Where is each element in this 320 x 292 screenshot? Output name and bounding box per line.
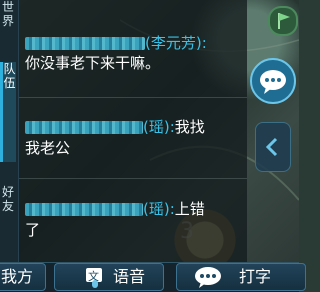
- type-button[interactable]: 打字: [176, 263, 306, 291]
- blurred-player-name: [25, 37, 145, 50]
- sender-name: (瑶):: [143, 200, 175, 218]
- message-text-start: 上错: [174, 200, 205, 218]
- our-side-button[interactable]: 我方: [0, 263, 46, 291]
- divider: [19, 97, 247, 98]
- message-text-start: 我找: [174, 118, 205, 136]
- sender-name: (李元芳):: [145, 34, 207, 52]
- chat-panel[interactable]: (李元芳): 你没事老下来干嘛。 (瑶):我找 我老公 (瑶):上错 了: [19, 0, 247, 262]
- message-header: (瑶):我找: [25, 117, 247, 138]
- blurred-player-name: [25, 121, 143, 134]
- message-text: 你没事老下来干嘛。: [25, 54, 161, 72]
- tab-label: 好友: [1, 185, 14, 213]
- voice-text-icon: 文: [86, 268, 102, 288]
- speech-bubble-icon: [195, 267, 221, 288]
- tab-label: 队伍: [3, 62, 16, 90]
- our-side-label: 我方: [1, 267, 34, 286]
- voice-label: 语音: [113, 267, 146, 286]
- message-header: (李元芳):: [25, 33, 247, 53]
- message-text: 了: [25, 221, 41, 239]
- tab-team[interactable]: 队伍: [0, 62, 16, 162]
- chevron-left-icon: [265, 137, 278, 157]
- flag-icon[interactable]: [268, 6, 298, 36]
- collapse-chat-button[interactable]: [255, 122, 291, 172]
- chat-message: (李元芳): 你没事老下来干嘛。: [25, 33, 247, 74]
- chat-message: (瑶):上错 了: [25, 199, 247, 241]
- tab-friends[interactable]: 好友: [0, 185, 16, 245]
- chat-channel-sidebar: 世界 队伍 好友: [0, 0, 19, 262]
- sender-name: (瑶):: [143, 118, 175, 136]
- voice-button[interactable]: 文 语音: [54, 263, 164, 291]
- divider: [19, 178, 247, 179]
- message-header: (瑶):上错: [25, 199, 247, 220]
- chat-bubble-icon[interactable]: [250, 58, 296, 104]
- blurred-player-name: [25, 203, 143, 216]
- message-text: 我老公: [25, 139, 71, 157]
- tab-label: 世界: [1, 0, 14, 28]
- type-label: 打字: [239, 267, 272, 286]
- tab-world[interactable]: 世界: [0, 0, 16, 40]
- chat-message: (瑶):我找 我老公: [25, 117, 247, 159]
